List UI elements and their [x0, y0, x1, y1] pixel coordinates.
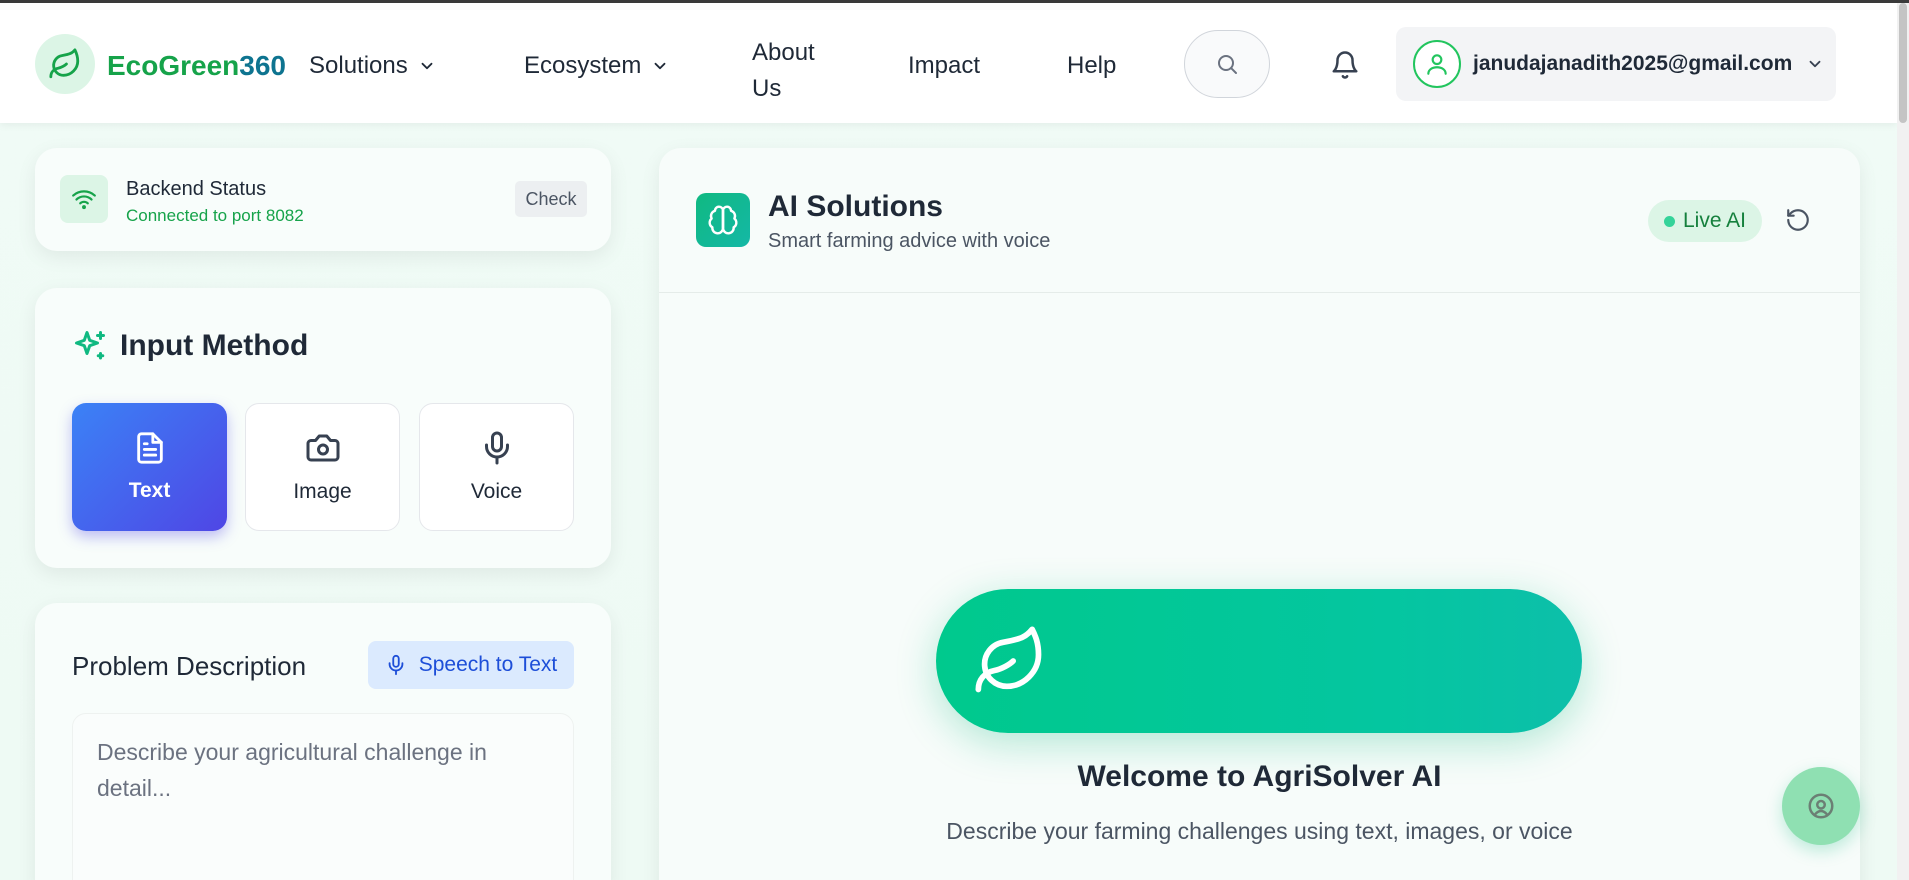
brand-number: 360 [239, 50, 286, 81]
brain-icon-box [696, 193, 750, 247]
microphone-icon [388, 654, 404, 676]
welcome-title: Welcome to AgriSolver AI [1077, 760, 1442, 793]
leaf-icon [975, 626, 1042, 693]
check-button[interactable]: Check [515, 181, 587, 217]
live-ai-badge: Live AI [1648, 200, 1762, 242]
leaf-icon [49, 48, 80, 79]
backend-status-text: Connected to port 8082 [126, 206, 304, 225]
nav-impact[interactable]: Impact [908, 52, 980, 80]
wifi-icon-box [60, 175, 108, 223]
nav-ecosystem[interactable]: Ecosystem [524, 52, 669, 80]
method-voice-label: Voice [470, 480, 523, 503]
hero-banner [936, 589, 1582, 733]
refresh-button[interactable] [1785, 207, 1811, 238]
bell-icon [1332, 51, 1358, 79]
search-button[interactable] [1184, 30, 1270, 98]
page-scrollbar[interactable] [1897, 3, 1909, 880]
scrollbar-thumb[interactable] [1899, 3, 1907, 123]
chevron-down-icon [654, 62, 666, 70]
user-menu[interactable]: janudajanadith2025@gmail.com [1396, 27, 1836, 101]
chevron-down-icon [1809, 60, 1821, 68]
method-image-label: Image [293, 480, 352, 503]
ai-solutions-title: AI Solutions [768, 190, 943, 223]
problem-description-title: Problem Description [72, 651, 307, 681]
nav-ecosystem-label: Ecosystem [524, 52, 642, 79]
speech-to-text-label: Speech to Text [418, 653, 558, 676]
brain-icon [708, 205, 738, 235]
backend-status-card: Backend Status Connected to port 8082 Ch… [35, 148, 611, 251]
avatar [1413, 40, 1461, 88]
wifi-icon [72, 190, 96, 210]
nav-help[interactable]: Help [1067, 52, 1116, 80]
nav-solutions[interactable]: Solutions [309, 52, 436, 80]
live-ai-label: Live AI [1682, 209, 1747, 232]
live-status-dot [1663, 215, 1675, 227]
method-text-label: Text [128, 479, 171, 502]
backend-status-title: Backend Status [126, 178, 267, 200]
ai-solutions-subtitle: Smart farming advice with voice [768, 230, 1051, 252]
welcome-subtitle: Describe your farming challenges using t… [946, 818, 1573, 844]
logo[interactable] [35, 34, 95, 94]
input-method-card: Input Method Text Image Voice [35, 288, 611, 568]
ai-solutions-header: AI Solutions Smart farming advice with v… [659, 148, 1860, 293]
user-email: janudajanadith2025@gmail.com [1473, 52, 1793, 75]
method-image-button[interactable]: Image [245, 403, 400, 531]
chat-assistant-button[interactable] [1782, 767, 1860, 845]
input-method-title: Input Method [120, 329, 309, 362]
method-text-button[interactable]: Text [72, 403, 227, 531]
microphone-icon [484, 431, 509, 465]
speech-to-text-button[interactable]: Speech to Text [368, 641, 574, 689]
problem-description-input[interactable]: Describe your agricultural challenge in … [72, 713, 574, 880]
input-method-header: Input Method [72, 328, 308, 364]
method-voice-button[interactable]: Voice [419, 403, 574, 531]
chevron-down-icon [421, 62, 433, 70]
nav-about-us[interactable]: About Us [752, 35, 842, 107]
nav-solutions-label: Solutions [309, 52, 408, 79]
refresh-icon [1787, 209, 1809, 231]
top-navbar: EcoGreen360 Solutions Ecosystem About Us… [0, 3, 1897, 123]
nav-help-label: Help [1067, 52, 1117, 79]
problem-description-card: Problem Description Speech to Text Descr… [35, 603, 611, 880]
search-icon [1218, 55, 1237, 74]
bot-icon [1808, 793, 1834, 819]
camera-icon [306, 434, 339, 462]
ai-solutions-panel: AI Solutions Smart farming advice with v… [659, 148, 1860, 880]
nav-impact-label: Impact [908, 52, 981, 79]
problem-description-placeholder: Describe your agricultural challenge in … [97, 739, 487, 801]
nav-about-label: About Us [752, 39, 815, 102]
brand-name[interactable]: EcoGreen360 [107, 50, 286, 82]
notifications-button[interactable] [1330, 50, 1360, 85]
document-icon [136, 432, 163, 464]
brand-eco: EcoGreen [107, 50, 240, 81]
user-icon [1427, 54, 1447, 75]
sparkles-icon [75, 331, 105, 360]
